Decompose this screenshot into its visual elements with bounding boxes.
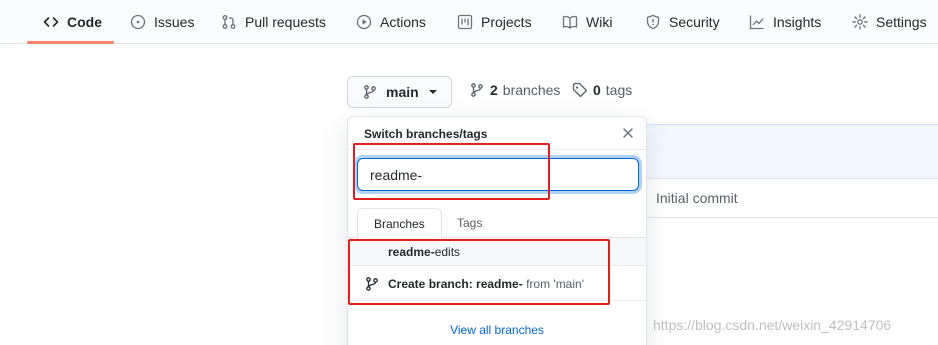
- branch-rest-text: edits: [434, 244, 461, 259]
- view-all-branches-link[interactable]: View all branches: [348, 323, 646, 337]
- tab-pull-requests[interactable]: Pull requests: [221, 0, 326, 44]
- issue-icon: [130, 14, 146, 30]
- caret-down-icon: [428, 90, 437, 94]
- branch-icon: [364, 276, 380, 292]
- tab-tags[interactable]: Tags: [441, 208, 498, 238]
- tab-label: Projects: [481, 14, 532, 30]
- gear-icon: [852, 14, 868, 30]
- book-icon: [562, 14, 578, 30]
- tab-issues[interactable]: Issues: [130, 0, 194, 44]
- graph-icon: [749, 14, 765, 30]
- tag-icon: [572, 82, 588, 98]
- dropdown-tabs: Branches Tags: [348, 201, 646, 239]
- commit-message[interactable]: Initial commit: [656, 190, 738, 206]
- repo-nav: Code Issues Pull requests Actions Projec…: [0, 0, 938, 44]
- branches-label: branches: [502, 82, 561, 98]
- branch-match-text: readme-: [388, 244, 435, 259]
- tab-label: Settings: [876, 14, 927, 30]
- tab-label: Security: [669, 14, 720, 30]
- play-icon: [356, 14, 372, 30]
- branch-item-readme-edits[interactable]: readme-edits: [348, 238, 646, 266]
- selected-tab-underline: [27, 41, 114, 44]
- tab-code[interactable]: Code: [43, 0, 102, 44]
- tags-count: 0: [593, 82, 601, 98]
- tab-label: Insights: [773, 14, 822, 30]
- shield-icon: [645, 14, 661, 30]
- create-branch-label: Create branch: readme- from 'main': [388, 277, 584, 291]
- create-branch-name: readme-: [476, 276, 523, 291]
- tab-insights[interactable]: Insights: [749, 0, 821, 44]
- dropdown-title: Switch branches/tags: [364, 127, 488, 141]
- create-branch-item[interactable]: Create branch: readme- from 'main': [348, 267, 646, 301]
- tab-label: Actions: [380, 14, 426, 30]
- branch-select-button[interactable]: main: [347, 76, 452, 108]
- branches-count: 2: [490, 82, 498, 98]
- tab-actions[interactable]: Actions: [356, 0, 426, 44]
- tab-label: Wiki: [586, 14, 613, 30]
- watermark: https://blog.csdn.net/weixin_42914706: [653, 317, 892, 333]
- tab-projects[interactable]: Projects: [457, 0, 532, 44]
- branch-icon: [469, 82, 485, 98]
- tab-label: Issues: [154, 14, 195, 30]
- latest-commit-banner: [646, 124, 938, 178]
- close-icon[interactable]: [620, 125, 636, 141]
- tab-branches[interactable]: Branches: [357, 208, 442, 239]
- branch-switch-dropdown: Switch branches/tags Branches Tags readm…: [347, 116, 647, 345]
- tags-label: tags: [605, 82, 633, 98]
- tab-label: Code: [67, 14, 102, 30]
- dropdown-header: Switch branches/tags: [348, 117, 646, 150]
- branch-filter-input[interactable]: [357, 158, 639, 191]
- tab-wiki[interactable]: Wiki: [562, 0, 612, 44]
- tab-label: Pull requests: [245, 14, 326, 30]
- file-row[interactable]: Initial commit: [646, 178, 938, 218]
- code-icon: [43, 14, 59, 30]
- create-branch-prefix: Create branch:: [388, 276, 477, 291]
- create-branch-source: from 'main': [526, 276, 584, 291]
- pull-request-icon: [221, 14, 237, 30]
- tab-settings[interactable]: Settings: [852, 0, 927, 44]
- project-icon: [457, 14, 473, 30]
- branches-link[interactable]: 2 branches: [469, 82, 560, 98]
- branch-icon: [362, 84, 378, 100]
- tags-link[interactable]: 0 tags: [572, 82, 632, 98]
- tab-security[interactable]: Security: [645, 0, 720, 44]
- branch-name: main: [386, 84, 419, 100]
